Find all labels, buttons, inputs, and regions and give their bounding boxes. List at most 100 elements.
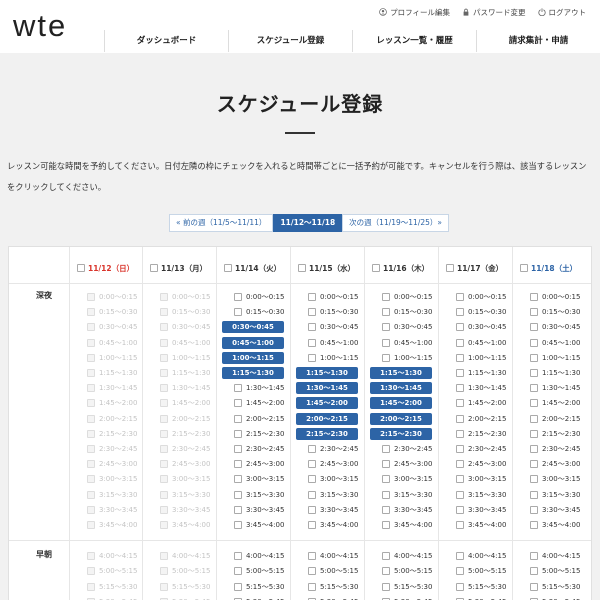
slot-checkbox[interactable] [456,414,464,423]
slot-checkbox[interactable] [308,353,316,362]
time-slot[interactable]: 1:15～1:30 [530,367,580,379]
time-slot[interactable]: 3:00～3:15 [308,473,358,485]
slot-checkbox[interactable] [234,293,242,301]
slot-checkbox[interactable] [382,552,390,561]
time-slot[interactable]: 3:45～4:00 [308,519,358,531]
booked-lesson[interactable]: 1:45～2:00 [296,397,358,410]
time-slot[interactable]: 2:30～2:45 [382,443,432,455]
slot-checkbox[interactable] [530,460,538,469]
booked-lesson[interactable]: 1:15～1:30 [222,367,284,379]
booked-lesson[interactable]: 2:15～2:30 [296,427,358,440]
booked-lesson[interactable]: 1:45～2:00 [370,397,432,410]
slot-checkbox[interactable] [456,475,464,484]
slot-checkbox[interactable] [530,429,538,438]
time-slot[interactable]: 2:45～3:00 [530,458,580,470]
time-slot[interactable]: 2:30～2:45 [456,443,506,455]
time-slot[interactable]: 2:30～2:45 [308,443,358,455]
time-slot[interactable]: 5:30～5:45 [308,596,358,600]
time-slot[interactable]: 0:45～1:00 [308,337,358,349]
slot-checkbox[interactable] [456,308,464,317]
slot-checkbox[interactable] [234,460,242,469]
time-slot[interactable]: 2:30～2:45 [530,443,580,455]
slot-checkbox[interactable] [456,353,464,362]
slot-checkbox[interactable] [530,475,538,484]
time-slot[interactable]: 0:30～0:45 [530,321,580,333]
time-slot[interactable]: 2:45～3:00 [308,458,358,470]
slot-checkbox[interactable] [382,567,390,576]
time-slot[interactable]: 3:45～4:00 [530,519,580,531]
day-header[interactable]: 11/15（水） [298,261,355,275]
day-header[interactable]: 11/17（金） [446,261,503,275]
booked-lesson[interactable]: 1:15～1:30 [296,367,358,379]
slot-checkbox[interactable] [530,384,538,393]
slot-checkbox[interactable] [382,490,390,499]
time-slot[interactable]: 5:00～5:15 [382,565,432,577]
slot-checkbox[interactable] [530,490,538,499]
slot-checkbox[interactable] [308,445,316,453]
time-slot[interactable]: 0:15～0:30 [456,306,506,318]
time-slot[interactable]: 3:15～3:30 [234,489,284,501]
slot-checkbox[interactable] [456,399,464,408]
slot-checkbox[interactable] [530,414,538,423]
slot-checkbox[interactable] [382,293,390,301]
slot-checkbox[interactable] [234,475,242,484]
time-slot[interactable]: 0:45～1:00 [382,337,432,349]
slot-checkbox[interactable] [456,521,464,529]
slot-checkbox[interactable] [456,460,464,469]
booked-lesson[interactable]: 2:00～2:15 [296,412,358,425]
password-change-link[interactable]: パスワード変更 [462,7,526,18]
time-slot[interactable]: 2:00～2:15 [234,413,284,425]
slot-checkbox[interactable] [456,490,464,499]
time-slot[interactable]: 2:00～2:15 [530,413,580,425]
slot-checkbox[interactable] [382,475,390,484]
time-slot[interactable]: 5:15～5:30 [456,581,506,593]
nav-dashboard[interactable]: ダッシュボード [104,30,228,52]
slot-checkbox[interactable] [382,521,390,529]
logout-link[interactable]: ログアウト [537,7,586,18]
time-slot[interactable]: 0:15～0:30 [382,306,432,318]
slot-checkbox[interactable] [382,505,390,514]
time-slot[interactable]: 3:30～3:45 [456,504,506,516]
slot-checkbox[interactable] [456,505,464,514]
slot-checkbox[interactable] [234,552,242,561]
prev-week-button[interactable]: « 前の週（11/5～11/11） [169,214,274,232]
slot-checkbox[interactable] [308,567,316,576]
slot-checkbox[interactable] [530,505,538,514]
time-slot[interactable]: 1:30～1:45 [530,382,580,394]
time-slot[interactable]: 0:30～0:45 [382,321,432,333]
time-slot[interactable]: 4:00～4:15 [530,550,580,562]
time-slot[interactable]: 5:30～5:45 [234,596,284,600]
time-slot[interactable]: 3:30～3:45 [234,504,284,516]
time-slot[interactable]: 3:15～3:30 [456,489,506,501]
time-slot[interactable]: 1:15～1:30 [456,367,506,379]
booked-lesson[interactable]: 1:00～1:15 [222,351,284,364]
time-slot[interactable]: 5:30～5:45 [456,596,506,600]
time-slot[interactable]: 5:15～5:30 [308,581,358,593]
slot-checkbox[interactable] [456,582,464,591]
day-header[interactable]: 11/18（土） [520,261,577,275]
time-slot[interactable]: 1:00～1:15 [382,352,432,364]
slot-checkbox[interactable] [234,567,242,576]
slot-checkbox[interactable] [234,490,242,499]
slot-checkbox[interactable] [456,567,464,576]
time-slot[interactable]: 2:00～2:15 [456,413,506,425]
time-slot[interactable]: 3:00～3:15 [382,473,432,485]
time-slot[interactable]: 5:15～5:30 [530,581,580,593]
time-slot[interactable]: 4:00～4:15 [382,550,432,562]
time-slot[interactable]: 1:45～2:00 [456,397,506,409]
time-slot[interactable]: 2:15～2:30 [530,428,580,440]
slot-checkbox[interactable] [308,475,316,484]
nav-schedule-register[interactable]: スケジュール登録 [228,30,352,52]
slot-checkbox[interactable] [382,323,390,332]
time-slot[interactable]: 0:00～0:15 [530,291,580,303]
time-slot[interactable]: 0:00～0:15 [382,291,432,303]
slot-checkbox[interactable] [530,369,538,377]
time-slot[interactable]: 1:30～1:45 [456,382,506,394]
slot-checkbox[interactable] [234,429,242,438]
slot-checkbox[interactable] [308,460,316,469]
time-slot[interactable]: 5:30～5:45 [530,596,580,600]
brand-logo[interactable]: wte [13,8,67,44]
booked-lesson[interactable]: 2:00～2:15 [370,412,432,425]
time-slot[interactable]: 2:45～3:00 [456,458,506,470]
time-slot[interactable]: 4:00～4:15 [234,550,284,562]
